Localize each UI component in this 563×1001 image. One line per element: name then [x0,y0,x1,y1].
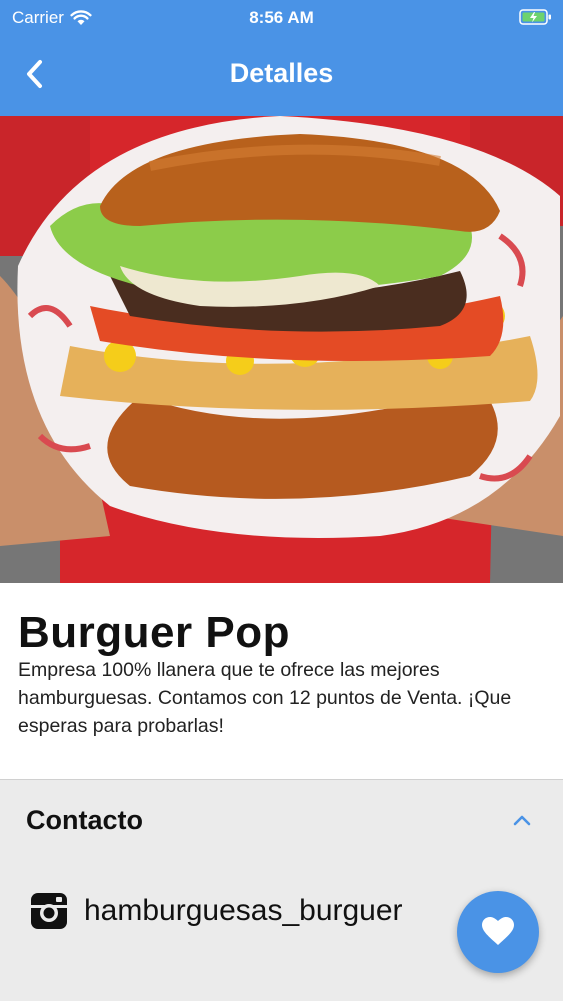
instagram-handle: hamburguesas_burguer [84,894,403,927]
page-title: Detalles [229,58,334,88]
chevron-up-icon[interactable] [508,808,536,832]
contact-title[interactable]: Contacto [26,805,143,836]
status-bar: Carrier 8:56 AM [0,0,563,36]
status-time: 8:56 AM [249,8,314,27]
instagram-link[interactable]: hamburguesas_burguer [30,892,403,930]
burger-photo [0,116,563,583]
app-bar: Carrier 8:56 AM Detalles [0,0,563,116]
business-name: Burguer Pop [18,608,290,657]
favorite-button[interactable] [457,891,539,973]
instagram-icon [31,893,67,929]
business-description: Empresa 100% llanera que te ofrece las m… [18,659,512,737]
heart-icon [482,917,514,945]
battery-icon [519,9,551,25]
